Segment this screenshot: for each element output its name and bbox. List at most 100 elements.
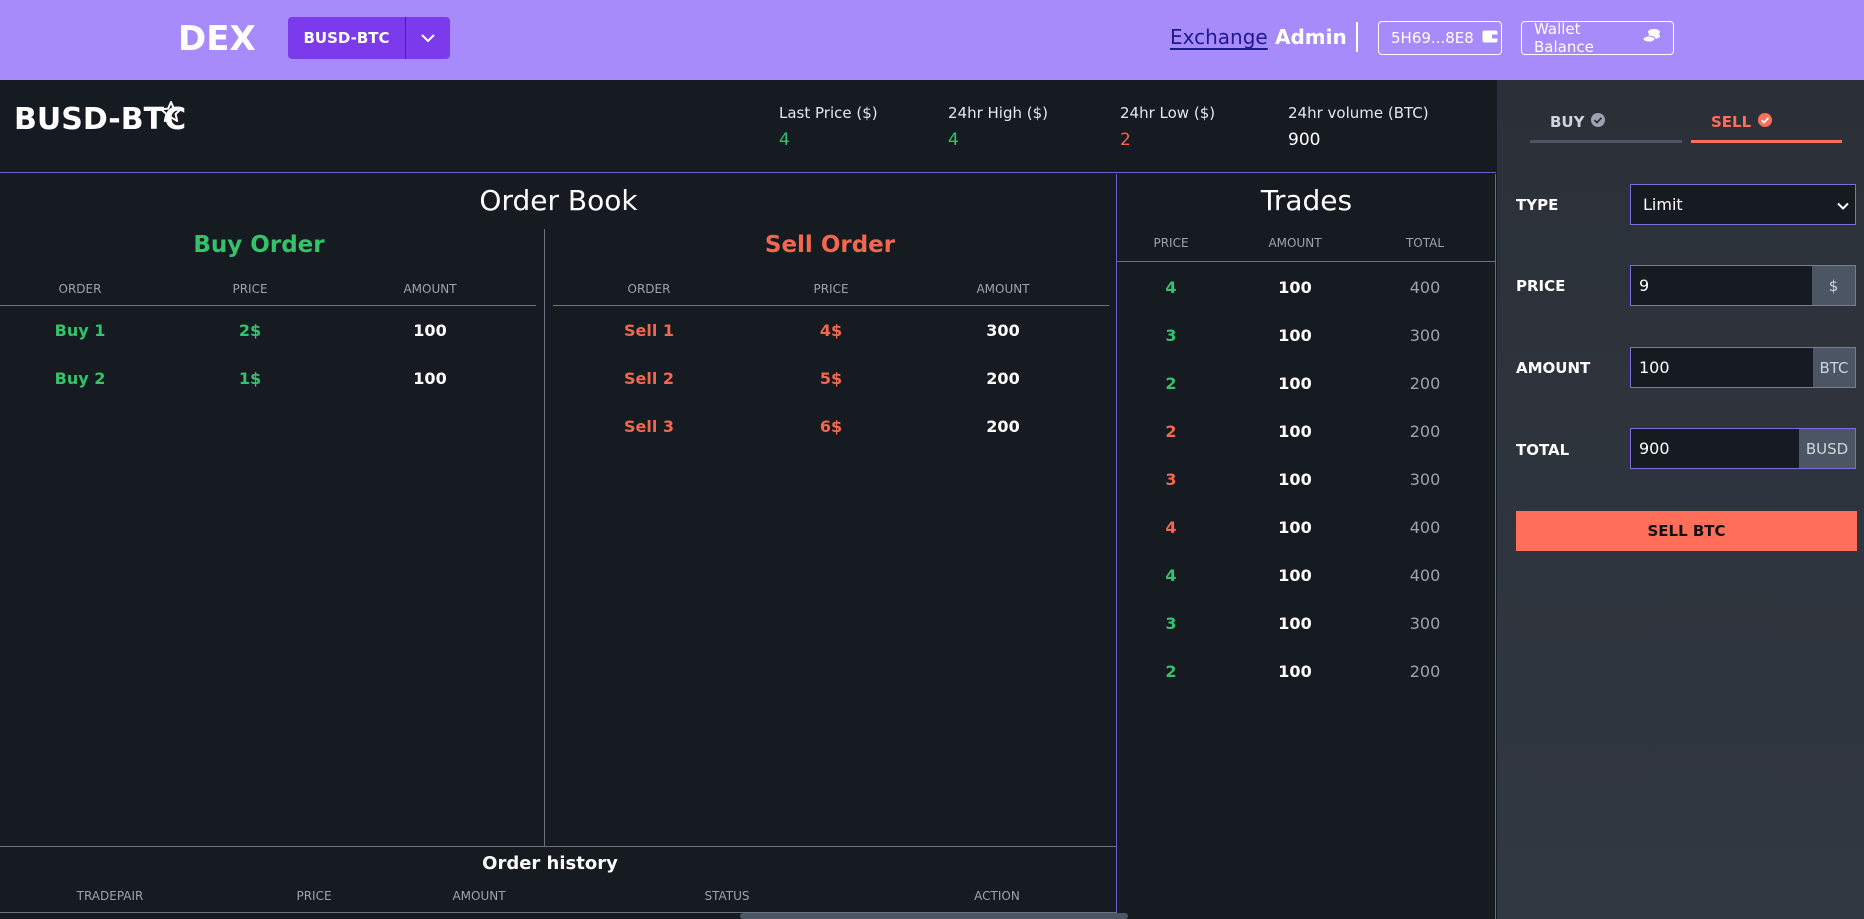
trade-amount-cell: 100 — [1278, 326, 1312, 345]
horizontal-scrollbar[interactable] — [740, 913, 1128, 919]
stat-label: 24hr High ($) — [948, 104, 1049, 122]
price-cell: 1$ — [238, 369, 262, 388]
wallet-balance-label: Wallet Balance — [1534, 20, 1594, 56]
sell-submit-button[interactable]: SELL BTC — [1516, 511, 1857, 551]
total-field[interactable]: 900 BUSD — [1630, 428, 1856, 469]
column-header: AMOUNT — [403, 282, 457, 296]
amount-cell: 100 — [413, 369, 447, 388]
stat-24h-low: 24hr Low ($) 2 — [1120, 104, 1215, 150]
trades-title: Trades — [1260, 184, 1353, 217]
trade-total-cell: 400 — [1409, 278, 1441, 297]
ticker-header: BUSD-BTC Last Price ($) 4 24hr High ($) … — [0, 80, 1496, 173]
total-input[interactable]: 900 — [1631, 439, 1799, 458]
trade-price-cell: 3 — [1165, 614, 1177, 633]
sell-order-row[interactable]: Sell 1 4$ 300 — [553, 321, 1109, 340]
column-header: PRICE — [1153, 236, 1189, 250]
stat-value: 4 — [779, 130, 790, 150]
column-header: PRICE — [813, 282, 849, 296]
app-logo[interactable]: DEX — [178, 19, 256, 59]
trade-amount-cell: 100 — [1278, 374, 1312, 393]
check-circle-icon — [1590, 112, 1606, 132]
chevron-down-icon — [1837, 195, 1849, 214]
amount-cell: 100 — [413, 321, 447, 340]
order-book: Order Book Buy Order ORDER PRICE AMOUNT … — [0, 174, 1117, 846]
amount-input[interactable]: 100 — [1631, 358, 1813, 377]
trade-total-cell: 300 — [1409, 614, 1441, 633]
sell-order-row[interactable]: Sell 3 6$ 200 — [553, 417, 1109, 436]
trade-amount-cell: 100 — [1278, 614, 1312, 633]
order-cell: Buy 1 — [54, 321, 106, 340]
order-type-select[interactable]: Limit — [1630, 184, 1856, 225]
order-cell: Sell 2 — [623, 369, 675, 388]
column-header: TRADEPAIR — [76, 889, 144, 903]
tab-sell-label: SELL — [1711, 113, 1752, 131]
price-field[interactable]: 9 $ — [1630, 265, 1856, 306]
stat-value: 4 — [948, 130, 959, 150]
trade-total-cell: 400 — [1409, 518, 1441, 537]
stat-label: 24hr Low ($) — [1120, 104, 1216, 122]
stat-value: 900 — [1288, 130, 1321, 150]
amount-cell: 300 — [986, 321, 1020, 340]
pair-selector-label[interactable]: BUSD-BTC — [288, 29, 405, 47]
tab-buy[interactable]: BUY — [1550, 112, 1606, 132]
trade-amount-cell: 100 — [1278, 662, 1312, 681]
stat-label: Last Price ($) — [779, 104, 878, 122]
wallet-balance-button[interactable]: Wallet Balance — [1521, 20, 1674, 56]
price-unit: $ — [1812, 266, 1855, 305]
price-cell: 2$ — [238, 321, 262, 340]
wallet-address-button[interactable]: 5H69...8E8 — [1378, 21, 1502, 55]
trade-total-cell: 200 — [1409, 422, 1441, 441]
price-cell: 4$ — [819, 321, 843, 340]
trade-price-cell: 4 — [1165, 566, 1177, 585]
chevron-down-icon[interactable] — [406, 33, 450, 43]
amount-unit: BTC — [1813, 348, 1855, 387]
tab-buy-underline — [1530, 140, 1682, 143]
column-header: ORDER — [58, 282, 102, 296]
nav-link-exchange[interactable]: Exchange — [1170, 25, 1268, 49]
stat-24h-volume: 24hr volume (BTC) 900 — [1288, 104, 1429, 150]
trade-total-cell: 300 — [1409, 326, 1441, 345]
column-header: AMOUNT — [452, 889, 506, 903]
star-icon[interactable] — [159, 100, 183, 128]
nav-divider — [1356, 22, 1358, 52]
trade-row: 2 100 200 — [1117, 662, 1496, 681]
nav-link-admin[interactable]: Admin — [1275, 25, 1347, 49]
check-circle-icon — [1757, 112, 1773, 132]
trade-row: 3 100 300 — [1117, 326, 1496, 345]
trade-price-cell: 3 — [1165, 470, 1177, 489]
price-cell: 5$ — [819, 369, 843, 388]
price-cell: 6$ — [819, 417, 843, 436]
buy-order-row[interactable]: Buy 1 2$ 100 — [0, 321, 536, 340]
pair-selector[interactable]: BUSD-BTC — [288, 17, 450, 59]
column-header: TOTAL — [1405, 236, 1445, 250]
total-label: TOTAL — [1516, 441, 1570, 459]
order-cell: Sell 3 — [623, 417, 675, 436]
sell-order-row[interactable]: Sell 2 5$ 200 — [553, 369, 1109, 388]
order-book-divider — [544, 229, 545, 846]
type-label: TYPE — [1516, 196, 1559, 214]
trade-price-cell: 2 — [1165, 422, 1177, 441]
order-form-panel: BUY SELL TYPE Limit PRICE 9 $ AMOUNT 100… — [1497, 80, 1864, 919]
trade-amount-cell: 100 — [1278, 470, 1312, 489]
wallet-icon — [1482, 29, 1498, 47]
price-label: PRICE — [1516, 277, 1566, 295]
trades-panel: Trades PRICE AMOUNT TOTAL 4 100 400 3 100 300… — [1117, 174, 1496, 919]
amount-field[interactable]: 100 BTC — [1630, 347, 1856, 388]
trade-total-cell: 300 — [1409, 470, 1441, 489]
trade-total-cell: 400 — [1409, 566, 1441, 585]
buy-order-title: Buy Order — [193, 232, 325, 258]
column-header: PRICE — [296, 889, 332, 903]
column-header: ORDER — [627, 282, 671, 296]
column-header: STATUS — [704, 889, 750, 903]
column-header: PRICE — [232, 282, 268, 296]
buy-order-row[interactable]: Buy 2 1$ 100 — [0, 369, 536, 388]
price-input[interactable]: 9 — [1631, 276, 1812, 295]
trade-amount-cell: 100 — [1278, 566, 1312, 585]
column-header: AMOUNT — [976, 282, 1030, 296]
wallet-address-label: 5H69...8E8 — [1391, 29, 1474, 47]
trade-total-cell: 200 — [1409, 374, 1441, 393]
tab-sell[interactable]: SELL — [1711, 112, 1773, 132]
order-history: Order history TRADEPAIR PRICE AMOUNT STA… — [0, 846, 1117, 919]
trade-amount-cell: 100 — [1278, 278, 1312, 297]
sell-order-title: Sell Order — [764, 232, 896, 258]
